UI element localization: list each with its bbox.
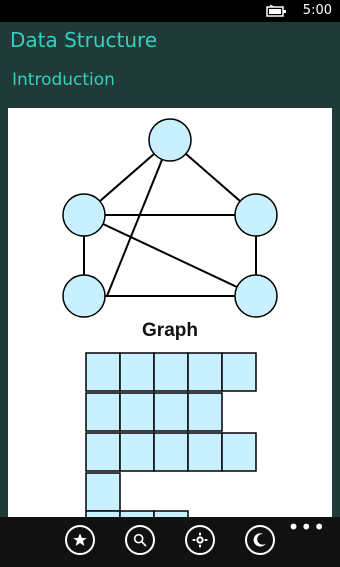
status-time: 5:00 [302,3,332,18]
night-mode-button[interactable] [245,525,275,555]
app-bar: ••• [0,515,340,567]
status-bar: 5:00 [0,0,340,22]
grid-cell [119,352,155,392]
settings-button[interactable] [185,525,215,555]
grid-cell [187,352,223,392]
app-title: Data Structure [10,28,158,52]
more-icon[interactable]: ••• [288,515,326,539]
section-title: Introduction [12,70,115,90]
grid-cell [85,472,121,512]
search-icon [133,533,147,547]
graph-edge [83,214,257,297]
grid-cell [85,352,121,392]
graph-node [234,274,278,318]
star-icon [73,533,87,546]
grid-cell [153,352,189,392]
graph-node [62,274,106,318]
grid-cell [85,432,121,472]
gear-icon [192,532,208,548]
grid-cell [119,432,155,472]
moon-icon [253,533,266,547]
grid-cell [187,432,223,472]
graph-label: Graph [142,320,198,341]
grid-cell [187,392,223,432]
grid-cell [85,392,121,432]
grid-cell [119,392,155,432]
search-button[interactable] [125,525,155,555]
favorite-button[interactable] [65,525,95,555]
graph-diagram [62,118,278,517]
grid-cell [153,432,189,472]
graph-edge [106,139,171,297]
grid-cell [221,432,257,472]
graph-node [62,193,106,237]
graph-node [148,118,192,162]
content-image: Graph [8,108,332,517]
grid-cell [153,392,189,432]
grid-cell [221,352,257,392]
graph-node [234,193,278,237]
battery-icon [266,4,286,17]
